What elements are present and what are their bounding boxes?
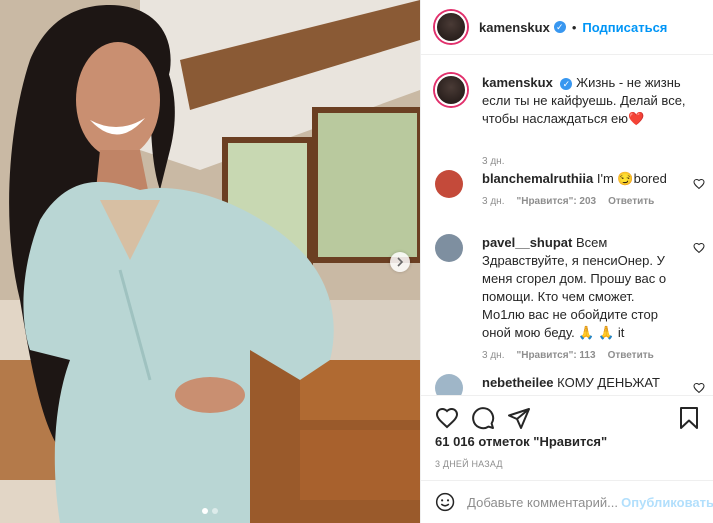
comment-body: blanchemalruthiia I'm 😏bored: [482, 170, 677, 188]
add-comment-bar: Опубликовать: [421, 480, 713, 523]
comment-likes[interactable]: "Нравится": 113: [516, 350, 595, 361]
post-photo[interactable]: [0, 0, 420, 523]
carousel-next-button[interactable]: [390, 252, 410, 272]
commenter-avatar[interactable]: [435, 234, 463, 262]
carousel-dot-active: [202, 508, 208, 514]
comment-like-heart-icon[interactable]: [693, 382, 705, 394]
comment-item: blanchemalruthiia I'm 😏bored 3 дн. "Нрав…: [435, 170, 705, 207]
carousel-dot: [212, 508, 218, 514]
comment-time[interactable]: 3 дн.: [482, 350, 504, 361]
commenter-avatar[interactable]: [435, 170, 463, 198]
comment-body: pavel__shupat Всем Здравствуйте, я пенси…: [482, 234, 677, 342]
caption-username[interactable]: kamenskux: [482, 75, 553, 90]
reply-button[interactable]: Ответить: [608, 196, 654, 207]
verified-badge-icon: ✓: [560, 77, 573, 90]
comment-like-heart-icon[interactable]: [693, 242, 705, 254]
carousel-indicator: [0, 508, 420, 514]
paper-plane-icon[interactable]: [507, 406, 531, 430]
caption-avatar[interactable]: [435, 74, 467, 106]
post-caption: kamenskux ✓ Жизнь - не жизнь если ты не …: [435, 74, 705, 167]
comment-text: I'm 😏bored: [596, 171, 667, 186]
comment-text: Всем Здравствуйте, я пенсиОнер. У меня с…: [482, 235, 667, 340]
post-header: kamenskux ✓ • Подписаться: [421, 0, 713, 55]
reply-button[interactable]: Ответить: [608, 350, 654, 361]
comment-like-heart-icon[interactable]: [693, 178, 705, 190]
user-avatar[interactable]: [435, 11, 467, 43]
heart-icon[interactable]: [435, 406, 459, 430]
verified-badge-icon: ✓: [553, 21, 566, 33]
username-link[interactable]: kamenskux: [479, 20, 550, 35]
comment-body: nebetheilee КОМУ ДЕНЬЖАТ: [482, 374, 677, 392]
commenter-avatar[interactable]: [435, 374, 463, 395]
caption-time[interactable]: 3 дн.: [482, 156, 504, 167]
likes-count[interactable]: 61 016 отметок "Нравится": [435, 434, 607, 449]
smiley-icon[interactable]: [435, 490, 455, 514]
chevron-right-icon: [397, 257, 404, 267]
comment-time[interactable]: 3 дн.: [482, 196, 504, 207]
post-date[interactable]: 3 ДНЕЙ НАЗАД: [435, 459, 503, 469]
comment-username[interactable]: blanchemalruthiia: [482, 171, 593, 186]
bookmark-icon[interactable]: [677, 406, 701, 430]
photo-illustration: [0, 0, 420, 523]
comment-username[interactable]: pavel__shupat: [482, 235, 572, 250]
comment-meta: 3 дн. "Нравится": 113 Ответить: [482, 350, 705, 361]
post-panel: kamenskux ✓ • Подписаться kamenskux ✓ Жи…: [420, 0, 713, 523]
comment-item: nebetheilee КОМУ ДЕНЬЖАТ: [435, 374, 705, 395]
follow-button[interactable]: Подписаться: [582, 20, 667, 35]
comment-username[interactable]: nebetheilee: [482, 375, 554, 390]
comment-icon[interactable]: [471, 406, 495, 430]
comment-item: pavel__shupat Всем Здравствуйте, я пенси…: [435, 234, 705, 361]
caption-body: kamenskux ✓ Жизнь - не жизнь если ты не …: [482, 74, 702, 128]
comments-list[interactable]: kamenskux ✓ Жизнь - не жизнь если ты не …: [421, 56, 713, 395]
heart-emoji: ❤️: [628, 111, 645, 126]
separator-dot: •: [571, 19, 577, 35]
comment-input[interactable]: [467, 494, 618, 510]
comment-likes[interactable]: "Нравится": 203: [516, 196, 596, 207]
comment-text: КОМУ ДЕНЬЖАТ: [557, 375, 660, 390]
publish-button[interactable]: Опубликовать: [621, 495, 713, 510]
comment-meta: 3 дн. "Нравится": 203 Ответить: [482, 196, 705, 207]
